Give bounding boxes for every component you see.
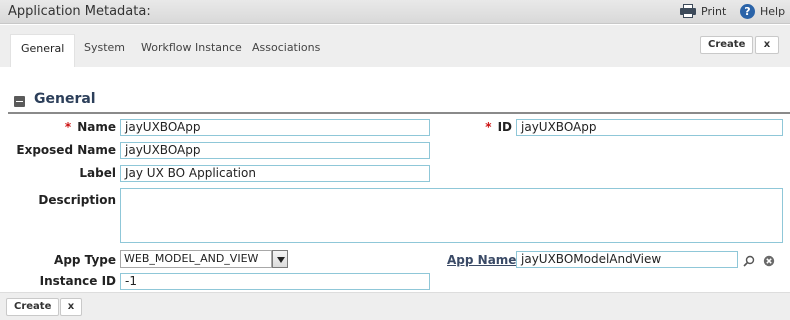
help-button[interactable]: ? Help <box>740 4 785 19</box>
exposed-name-label: Exposed Name <box>16 143 116 157</box>
instance-id-field[interactable]: -1 <box>120 273 430 290</box>
app-type-select[interactable]: WEB_MODEL_AND_VIEW <box>120 250 272 268</box>
tab-system[interactable]: System <box>84 41 125 54</box>
clear-icon[interactable] <box>763 255 775 267</box>
close-button[interactable]: x <box>755 36 779 54</box>
instance-id-label: Instance ID <box>39 274 116 288</box>
section-divider <box>8 112 790 114</box>
label-field[interactable]: Jay UX BO Application <box>120 165 430 182</box>
tab-associations[interactable]: Associations <box>252 41 320 54</box>
exposed-name-field[interactable]: jayUXBOApp <box>120 142 430 159</box>
title-bar: Application Metadata: Print ? Help <box>0 0 790 24</box>
search-icon[interactable] <box>743 255 755 267</box>
label-label: Label <box>79 166 116 180</box>
app-type-label: App Type <box>54 253 116 267</box>
name-field[interactable]: jayUXBOApp <box>120 119 430 136</box>
tab-general[interactable]: General <box>10 34 76 67</box>
description-textarea[interactable] <box>120 188 783 243</box>
id-label: * ID <box>485 120 512 134</box>
description-label: Description <box>38 193 116 207</box>
tab-workflow-instance[interactable]: Workflow Instance <box>141 41 242 54</box>
section-title: General <box>34 91 96 107</box>
chevron-down-icon[interactable] <box>272 250 288 268</box>
app-name-link[interactable]: App Name <box>447 253 516 267</box>
print-label: Print <box>701 4 727 18</box>
required-marker: * <box>64 120 72 134</box>
minus-icon[interactable] <box>14 96 25 107</box>
printer-icon <box>680 4 696 18</box>
footer-create-button[interactable]: Create <box>6 298 60 316</box>
create-button[interactable]: Create <box>700 36 754 54</box>
required-marker: * <box>485 120 492 134</box>
name-label: * Name <box>64 120 116 134</box>
help-label: Help <box>760 5 786 18</box>
page-title: Application Metadata: <box>8 4 151 19</box>
print-button[interactable]: Print <box>680 4 726 18</box>
footer-close-button[interactable]: x <box>60 298 82 316</box>
app-name-field[interactable]: jayUXBOModelAndView <box>516 251 738 268</box>
tab-bar: General System Workflow Instance Associa… <box>0 25 790 67</box>
help-icon: ? <box>740 4 755 19</box>
footer-toolbar: Create x <box>0 292 790 320</box>
id-field[interactable]: jayUXBOApp <box>516 119 783 136</box>
